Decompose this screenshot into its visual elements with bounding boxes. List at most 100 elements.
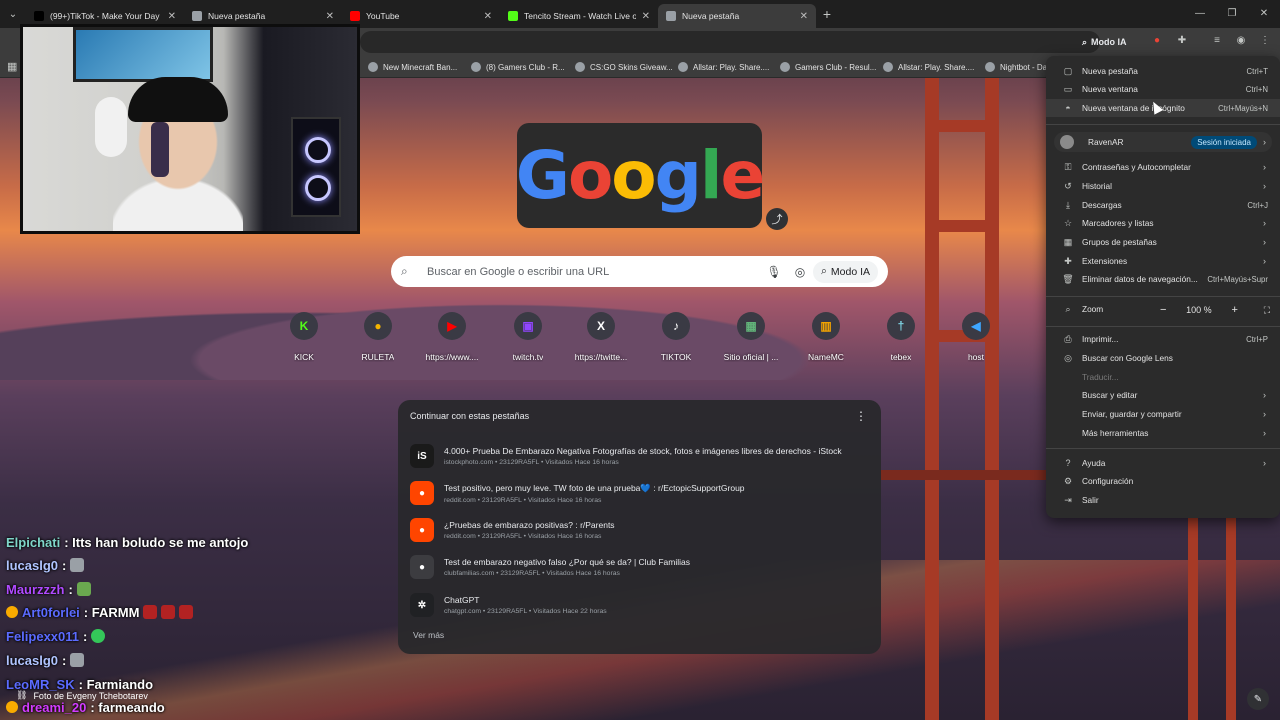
shortcut-tile[interactable]: ◀ host <box>938 312 1014 362</box>
chat-username: lucaslg0 <box>6 557 59 573</box>
menu-item-new-window[interactable]: ▭ Nueva ventana Ctrl+N <box>1046 80 1280 98</box>
menu-item-new-tab[interactable]: ▢ Nueva pestaña Ctrl+T <box>1046 62 1280 80</box>
menu-item-history[interactable]: ↺ Historial › <box>1046 177 1280 195</box>
restore-icon[interactable]: ❐ <box>1216 0 1248 28</box>
more-options-icon[interactable]: ⋮ <box>855 409 867 423</box>
continue-item[interactable]: ● Test positivo, pero muy leve. TW foto d… <box>410 476 870 510</box>
media-icon[interactable]: ≡ <box>1210 34 1224 48</box>
link-icon: ⛓ <box>16 690 28 700</box>
menu-item-help[interactable]: ? Ayuda › <box>1046 454 1280 472</box>
chevron-right-icon: › <box>1263 428 1266 438</box>
menu-item-label: Enviar, guardar y compartir <box>1082 409 1182 419</box>
menu-item-download[interactable]: ⤓ Descargas Ctrl+J <box>1046 196 1280 214</box>
microphone-icon[interactable]: 🎙 <box>761 265 787 279</box>
search-box[interactable]: ⌕ Buscar en Google o escribir una URL 🎙 … <box>391 256 888 287</box>
share-icon[interactable]: ⤴ <box>766 208 788 230</box>
new-tab-button[interactable]: + <box>816 6 838 22</box>
shortcut-tile[interactable]: † tebex <box>863 312 939 362</box>
photo-credit[interactable]: ⛓ Foto de Evgeny Tchebotarev <box>16 690 148 701</box>
site-favicon-icon: ● <box>410 518 434 542</box>
bookmark-item[interactable]: (8) Gamers Club - R... <box>471 60 565 74</box>
tab-title: Nueva pestaña <box>208 11 266 21</box>
modo-ia-button[interactable]: ⌕ Modo IA <box>1074 32 1135 52</box>
tab-title: YouTube <box>366 11 400 21</box>
continue-item[interactable]: ✲ ChatGPT chatgpt.com • 23129RA5FL • Visit… <box>410 588 870 622</box>
doodle-letter: G <box>515 137 570 214</box>
close-tab-icon[interactable]: ✕ <box>800 11 808 22</box>
chat-message: lucaslg0: <box>6 556 85 574</box>
menu-item-translate[interactable]: Traducir... <box>1046 368 1280 386</box>
extensions-icon[interactable]: ✚ <box>1175 34 1189 48</box>
close-tab-icon[interactable]: ✕ <box>484 11 492 22</box>
menu-item-share[interactable]: Enviar, guardar y compartir › <box>1046 405 1280 423</box>
shortcut-tile[interactable]: ♪ TIKTOK <box>638 312 714 362</box>
shortcut-tile[interactable]: ▦ Sitio oficial | ... <box>713 312 789 362</box>
continue-item[interactable]: ● Test de embarazo negativo falso ¿Por qu… <box>410 550 870 584</box>
menu-item-tools[interactable]: Más herramientas › <box>1046 424 1280 442</box>
close-tab-icon[interactable]: ✕ <box>326 11 334 22</box>
menu-item-star[interactable]: ☆ Marcadores y listas › <box>1046 214 1280 232</box>
continue-item[interactable]: ● ¿Pruebas de embarazo positivas? : r/Par… <box>410 513 870 547</box>
menu-item-trash[interactable]: 🗑 Eliminar datos de navegación... Ctrl+May… <box>1046 270 1280 288</box>
photo-credit-text: Foto de Evgeny Tchebotarev <box>33 690 148 701</box>
shortcut-tile[interactable]: K KICK <box>266 312 342 362</box>
extension-red-icon[interactable]: ● <box>1150 34 1164 48</box>
shortcut-tile[interactable]: ▶ https://www.... <box>414 312 490 362</box>
apps-icon[interactable]: ▦ <box>7 60 17 73</box>
chat-username: dreami_20 <box>22 699 87 715</box>
shortcut-tile[interactable]: Xhttps://twitte... <box>563 312 639 362</box>
menu-kebab-icon[interactable]: ⋮ <box>1258 34 1272 48</box>
close-tab-icon[interactable]: ✕ <box>168 11 176 22</box>
zoom-out-button[interactable]: − <box>1156 304 1170 316</box>
tab-2[interactable]: YouTube ✕ <box>342 4 500 28</box>
menu-item-print[interactable]: ⎙ Imprimir... Ctrl+P <box>1046 330 1280 348</box>
bookmark-item[interactable]: CS:GO Skins Giveaw... <box>575 60 673 74</box>
continue-item[interactable]: iS 4.000+ Prueba De Embarazo Negativa Fot… <box>410 439 870 473</box>
zoom-controls: − 100 % + ⛶ <box>1156 304 1270 316</box>
tab-4[interactable]: Nueva pestaña ✕ <box>658 4 816 28</box>
menu-item-incognito[interactable]: ◓ Nueva ventana de incógnito Ctrl+Mayús+N <box>1046 99 1280 117</box>
bookmark-item[interactable]: Gamers Club - Resul... <box>780 60 876 74</box>
profile-row[interactable]: RavenAR Sesión iniciada › <box>1054 132 1272 152</box>
zoom-in-button[interactable]: + <box>1228 304 1242 316</box>
modo-ia-search-label: Modo IA <box>830 265 870 278</box>
fullscreen-icon[interactable]: ⛶ <box>1264 305 1270 316</box>
menu-item-shortcut: Ctrl+T <box>1246 66 1268 76</box>
close-window-icon[interactable]: ✕ <box>1248 0 1280 28</box>
menu-item-tab-groups[interactable]: ▦ Grupos de pestañas › <box>1046 233 1280 251</box>
key-icon: ⚿ <box>1064 161 1072 172</box>
shortcut-label: tebex <box>890 352 912 362</box>
menu-item-find-edit[interactable]: Buscar y editar › <box>1046 386 1280 404</box>
search-sparkle-icon: ⌕ <box>1082 36 1088 47</box>
google-doodle[interactable]: Google <box>515 123 765 228</box>
tab-favicon-icon <box>508 11 518 21</box>
ver-mas-link[interactable]: Ver más <box>413 630 444 640</box>
menu-item-puzzle[interactable]: ✚ Extensiones › <box>1046 252 1280 270</box>
menu-item-lens[interactable]: ◎ Buscar con Google Lens <box>1046 349 1280 367</box>
bookmark-label: Allstar: Play. Share.... <box>898 62 975 72</box>
shortcut-tile[interactable]: ● RULETA <box>340 312 416 362</box>
shortcut-tile[interactable]: ▣ twitch.tv <box>490 312 566 362</box>
shortcut-tile[interactable]: ▥ NameMC <box>788 312 864 362</box>
minimize-icon[interactable]: — <box>1184 0 1216 28</box>
search-input[interactable]: Buscar en Google o escribir una URL <box>421 266 761 278</box>
bookmark-label: Nightbot - Da <box>1000 62 1048 72</box>
close-tab-icon[interactable]: ✕ <box>642 11 650 22</box>
bookmark-item[interactable]: Nightbot - Da <box>985 60 1047 74</box>
address-bar[interactable] <box>360 31 1100 53</box>
chat-username: Maurzzzh <box>6 581 65 597</box>
profile-avatar-icon[interactable]: ◉ <box>1234 34 1248 48</box>
bookmark-item[interactable]: Allstar: Play. Share.... <box>883 60 974 74</box>
menu-item-label: Nueva pestaña <box>1082 66 1138 76</box>
menu-item-settings[interactable]: ⚙ Configuración <box>1046 472 1280 490</box>
menu-item-key[interactable]: ⚿ Contraseñas y Autocompletar › <box>1046 158 1280 176</box>
tab-3[interactable]: Tencito Stream - Watch Live on ✕ <box>500 4 658 28</box>
chat-username: Felipexx011 <box>6 628 79 644</box>
lens-icon[interactable]: ◎ <box>787 265 813 279</box>
bookmark-item[interactable]: New Minecraft Ban... <box>368 60 457 74</box>
menu-item-label: Grupos de pestañas <box>1082 237 1157 247</box>
menu-item-exit[interactable]: ⇥ Salir <box>1046 491 1280 509</box>
customize-pencil-icon[interactable]: ✎ <box>1247 688 1269 710</box>
bookmark-item[interactable]: Allstar: Play. Share.... <box>678 60 769 74</box>
modo-ia-search-button[interactable]: ⌕ Modo IA <box>813 260 878 283</box>
